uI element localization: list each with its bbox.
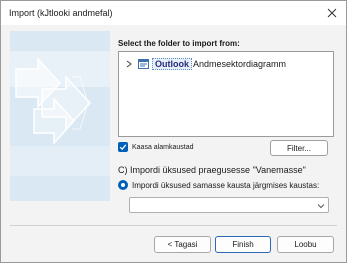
target-folder-select[interactable] — [129, 197, 329, 213]
filter-button[interactable]: Filter... — [270, 140, 328, 156]
chevron-right-icon — [126, 60, 132, 68]
tree-item-outlook[interactable]: Outlook Andmesektordiagramm — [124, 57, 286, 71]
tree-sublabel: Andmesektordiagramm — [193, 59, 287, 69]
close-button[interactable] — [322, 3, 342, 23]
tree-label-outlook: Outlook — [152, 58, 192, 70]
window-title: Import (kJtlooki andmefal) — [9, 8, 113, 18]
back-button[interactable]: < Tagasi — [154, 236, 211, 253]
checkmark-icon — [119, 144, 127, 151]
include-subfolders-label: Kaasa alamkaustad — [132, 143, 194, 151]
chevron-down-icon — [317, 204, 325, 209]
outlook-data-file-icon — [138, 58, 150, 70]
radio-import-same-folder[interactable]: Impordi üksused samasse kausta järgmises… — [118, 180, 319, 190]
include-subfolders-checkbox[interactable]: Kaasa alamkaustad — [118, 142, 193, 152]
radio-selected-indicator[interactable] — [118, 180, 128, 190]
divider — [10, 225, 337, 226]
expand-button[interactable] — [124, 59, 134, 69]
folder-heading: Select the folder to import from: — [118, 39, 240, 48]
folder-tree[interactable]: Outlook Andmesektordiagramm — [118, 51, 334, 137]
finish-button[interactable]: Finish — [215, 236, 271, 253]
title-bar: Import (kJtlooki andmefal) — [1, 1, 346, 25]
checkbox[interactable] — [118, 142, 128, 152]
close-icon — [327, 8, 337, 18]
import-dialog: Import (kJtlooki andmefal) Select the fo… — [0, 0, 347, 263]
radio-import-current-folder[interactable]: C) Impordi üksused praegusesse "Vanemass… — [118, 165, 306, 175]
radio-same-folder-label: Impordi üksused samasse kausta järgmises… — [132, 180, 320, 190]
cancel-button[interactable]: Loobu — [277, 236, 334, 253]
wizard-illustration — [10, 31, 110, 201]
